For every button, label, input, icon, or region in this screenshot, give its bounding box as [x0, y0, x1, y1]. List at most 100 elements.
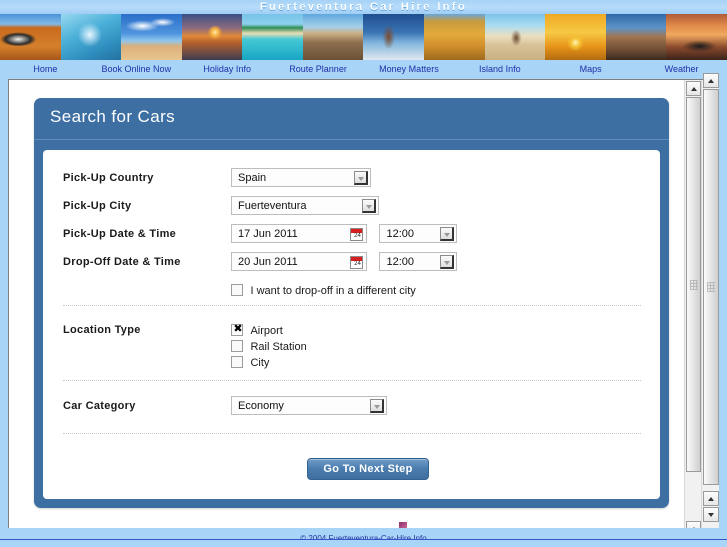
nav-link-money-matters[interactable]: Money Matters — [364, 60, 455, 78]
divider-2 — [63, 380, 641, 381]
nav-photo-beach-sunbather[interactable] — [121, 14, 182, 60]
browser-scrollbar-thumb[interactable] — [703, 89, 719, 485]
row-different-city: I want to drop-off in a different city — [63, 280, 643, 308]
nav-photo-desert-car[interactable] — [0, 14, 61, 60]
nav-link-holiday-info[interactable]: Holiday Info — [182, 60, 273, 78]
nav-photo-car-sunset[interactable] — [666, 14, 727, 60]
row-dropoff-datetime: Drop-Off Date & Time 20 Jun 2011 24 12:0… — [63, 252, 643, 280]
car-category-select[interactable]: Economy — [231, 396, 387, 415]
label-pickup-datetime: Pick-Up Date & Time — [63, 228, 177, 240]
chevron-down-icon — [708, 512, 714, 517]
row-pickup-datetime: Pick-Up Date & Time 17 Jun 2011 24 12:00 — [63, 224, 643, 252]
browser-scroll-down-button[interactable] — [703, 507, 719, 522]
chevron-down-icon[interactable] — [362, 199, 376, 213]
chevron-down-icon[interactable] — [440, 255, 455, 269]
pickup-time-select[interactable]: 12:00 — [379, 224, 458, 243]
nav-photo-road-perspective[interactable] — [302, 14, 364, 60]
car-category-value: Economy — [238, 400, 284, 412]
navigation-links: Home Book Online Now Holiday Info Route … — [0, 60, 727, 78]
nav-link-route-planner[interactable]: Route Planner — [273, 60, 364, 78]
chevron-up-icon — [708, 78, 714, 83]
pickup-date-input[interactable]: 17 Jun 2011 24 — [231, 224, 367, 243]
pickup-country-select[interactable]: Spain — [231, 168, 371, 187]
control-car-category: Economy — [231, 396, 387, 415]
chevron-up-icon — [708, 496, 714, 501]
nav-link-maps[interactable]: Maps — [545, 60, 636, 78]
nav-photo-woman-beach[interactable] — [605, 14, 667, 60]
page-scroll-up-button[interactable] — [686, 81, 701, 96]
scrollbar-grip-icon — [689, 279, 698, 290]
control-pickup-datetime: 17 Jun 2011 24 12:00 — [231, 224, 458, 243]
panel-header: Search for Cars — [34, 98, 669, 140]
nav-photo-tropical-island[interactable] — [242, 14, 303, 60]
browser-viewport: Search for Cars Pick-Up Country Spain Pi… — [8, 73, 719, 539]
divider-3 — [63, 433, 641, 434]
label-car-category: Car Category — [63, 400, 136, 412]
different-city-label: I want to drop-off in a different city — [250, 285, 416, 297]
dropoff-time-value: 12:00 — [386, 256, 414, 268]
dropoff-time-select[interactable]: 12:00 — [379, 252, 458, 271]
rail-station-checkbox[interactable] — [231, 340, 243, 352]
browser-scrollbar[interactable] — [701, 73, 719, 538]
location-type-option-rail-station[interactable]: Rail Station — [231, 338, 307, 354]
dropoff-date-input[interactable]: 20 Jun 2011 24 — [231, 252, 367, 271]
chevron-down-icon[interactable] — [354, 171, 368, 185]
panel-body: Pick-Up Country Spain Pick-Up City Fuert… — [43, 150, 660, 499]
airport-checkbox[interactable] — [231, 322, 244, 336]
page-surface: Search for Cars Pick-Up Country Spain Pi… — [9, 80, 685, 538]
navigation-photo-strip — [0, 14, 727, 60]
pickup-city-select[interactable]: Fuerteventura — [231, 196, 379, 215]
page-left-margin — [0, 79, 8, 539]
search-for-cars-panel: Search for Cars Pick-Up Country Spain Pi… — [34, 98, 669, 508]
control-different-city: I want to drop-off in a different city — [231, 280, 416, 299]
nav-photo-surfer[interactable] — [60, 14, 122, 60]
nav-link-island-info[interactable]: Island Info — [454, 60, 545, 78]
browser-scroll-up-button-2[interactable] — [703, 491, 719, 506]
browser-scroll-up-button[interactable] — [703, 73, 719, 88]
page-bottom-margin — [0, 539, 727, 545]
control-dropoff-datetime: 20 Jun 2011 24 12:00 — [231, 252, 458, 271]
page-title: Search for Cars — [50, 107, 176, 126]
different-city-checkbox[interactable] — [231, 284, 243, 296]
go-to-next-step-button[interactable]: Go To Next Step — [307, 458, 429, 480]
airport-label: Airport — [250, 325, 283, 337]
location-type-options: Airport Rail Station City — [231, 322, 307, 370]
location-type-option-city[interactable]: City — [231, 354, 307, 370]
calendar-icon[interactable]: 24 — [350, 256, 363, 269]
nav-photo-runner-beach[interactable] — [363, 14, 425, 60]
site-title: Fuerteventura Car Hire Info — [259, 1, 468, 13]
calendar-icon[interactable]: 24 — [350, 228, 363, 241]
page-scrollbar[interactable] — [684, 80, 701, 538]
label-pickup-country: Pick-Up Country — [63, 172, 154, 184]
form-rows: Pick-Up Country Spain Pick-Up City Fuert… — [63, 168, 643, 308]
nav-link-home[interactable]: Home — [0, 60, 91, 78]
pickup-time-value: 12:00 — [386, 228, 414, 240]
city-checkbox[interactable] — [231, 356, 243, 368]
nav-photo-sunset-runner[interactable] — [545, 14, 606, 60]
nav-photo-sand-dune[interactable] — [424, 14, 485, 60]
calendar-icon-day: 24 — [354, 261, 361, 267]
chevron-down-icon[interactable] — [440, 227, 455, 241]
control-pickup-country: Spain — [231, 168, 371, 187]
site-banner: Fuerteventura Car Hire Info — [0, 0, 727, 14]
page-scrollbar-thumb[interactable] — [686, 97, 701, 472]
scrollbar-grip-icon — [707, 282, 715, 292]
row-pickup-country: Pick-Up Country Spain — [63, 168, 643, 196]
label-pickup-city: Pick-Up City — [63, 200, 132, 212]
different-city-checkbox-row[interactable]: I want to drop-off in a different city — [231, 280, 416, 299]
label-location-type: Location Type — [63, 324, 141, 336]
rail-station-label: Rail Station — [250, 341, 307, 353]
dropoff-date-value: 20 Jun 2011 — [238, 256, 298, 268]
row-pickup-city: Pick-Up City Fuerteventura — [63, 196, 643, 224]
pickup-date-value: 17 Jun 2011 — [238, 228, 298, 240]
chevron-down-icon[interactable] — [370, 399, 384, 413]
calendar-icon-day: 24 — [354, 233, 361, 239]
nav-photo-sunset-silhouette[interactable] — [181, 14, 243, 60]
pickup-city-value: Fuerteventura — [238, 200, 307, 212]
location-type-option-airport[interactable]: Airport — [231, 322, 307, 338]
nav-link-book-online[interactable]: Book Online Now — [91, 60, 182, 78]
nav-photo-beach-couple[interactable] — [484, 14, 546, 60]
control-pickup-city: Fuerteventura — [231, 196, 379, 215]
label-dropoff-datetime: Drop-Off Date & Time — [63, 256, 181, 268]
pickup-country-value: Spain — [238, 172, 267, 184]
